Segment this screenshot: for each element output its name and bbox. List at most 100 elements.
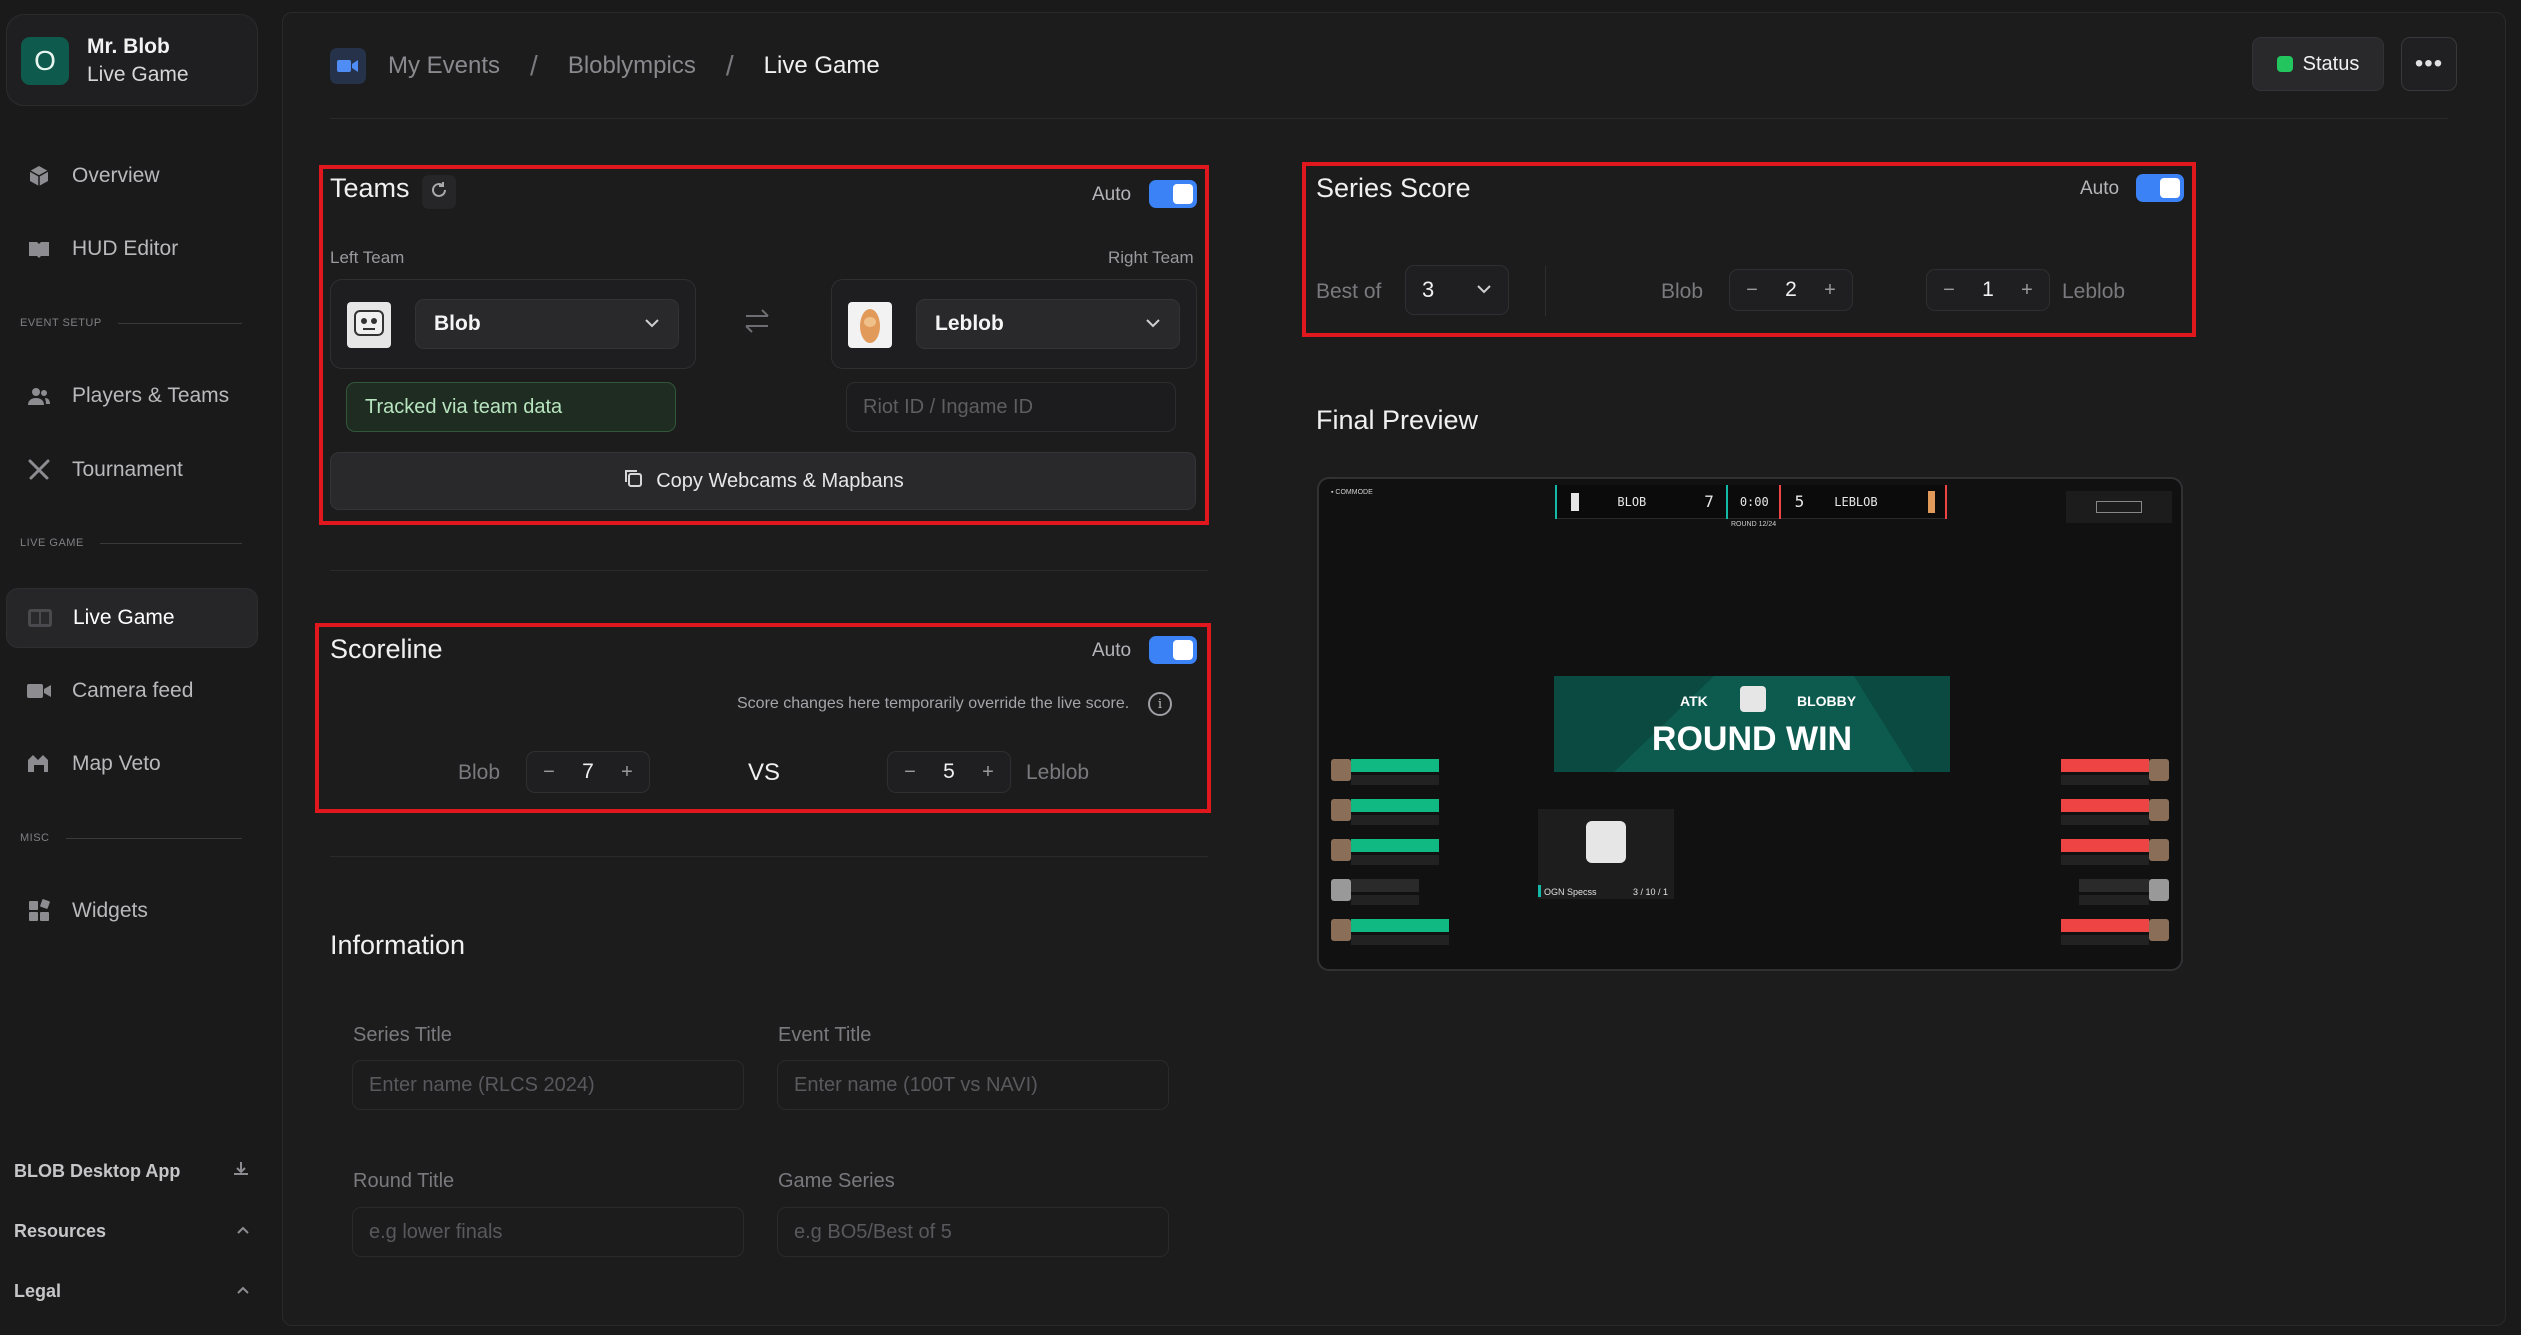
- preview-minimap: [2066, 491, 2172, 523]
- sidebar-item-map-veto[interactable]: Map Veto: [6, 734, 258, 794]
- series-auto-toggle[interactable]: [2136, 174, 2184, 202]
- preview-right-team: LEBLOB: [1834, 494, 1878, 509]
- sidebar-item-widgets[interactable]: Widgets: [6, 881, 258, 941]
- final-preview-title: Final Preview: [1316, 405, 1479, 435]
- scoreline-auto-label: Auto: [1092, 640, 1132, 661]
- game-series-label: Game Series: [778, 1170, 895, 1192]
- book-icon: [26, 236, 52, 262]
- decrement-button[interactable]: −: [1939, 279, 1959, 302]
- legal-menu[interactable]: Legal: [14, 1276, 250, 1306]
- right-player-card: [2061, 839, 2169, 873]
- account-switcher[interactable]: O Mr. Blob Live Game: [6, 14, 258, 106]
- left-team-value: Blob: [434, 312, 481, 335]
- download-icon: [232, 1160, 250, 1183]
- sidebar-item-label: Widgets: [72, 899, 148, 922]
- sidebar-item-label: HUD Editor: [72, 237, 179, 260]
- left-team-dropdown[interactable]: Blob: [415, 299, 679, 349]
- preview-left-team: BLOB: [1617, 494, 1647, 509]
- breadcrumb-separator: /: [725, 50, 734, 81]
- scoreline-auto-toggle[interactable]: [1149, 636, 1197, 664]
- account-subtitle: Live Game: [87, 63, 189, 86]
- swap-teams-button[interactable]: [742, 306, 772, 341]
- sidebar-item-tournament[interactable]: Tournament: [6, 440, 258, 500]
- right-team-dropdown[interactable]: Leblob: [916, 299, 1180, 349]
- sidebar-item-label: Overview: [72, 164, 160, 187]
- scoreline-right-team: Leblob: [1026, 761, 1090, 784]
- chevron-down-icon: [1145, 315, 1161, 333]
- game-series-input[interactable]: e.g BO5/Best of 5: [777, 1207, 1169, 1257]
- preview-left-logo: [1570, 492, 1580, 511]
- toggle-knob: [2160, 178, 2180, 198]
- decrement-button[interactable]: −: [539, 761, 559, 784]
- event-title-input[interactable]: Enter name (100T vs NAVI): [777, 1060, 1169, 1110]
- account-avatar: O: [21, 37, 69, 85]
- copy-icon: [622, 467, 644, 495]
- scoreline-title: Scoreline: [330, 634, 443, 664]
- copy-label: Copy Webcams & Mapbans: [656, 469, 904, 492]
- series-right-stepper: − 1 +: [1926, 269, 2050, 311]
- sidebar-item-live-game[interactable]: Live Game: [6, 588, 258, 648]
- preview-scorebar: BLOB 7 0:00 5 LEBLOB: [1555, 484, 1948, 519]
- teams-auto-label: Auto: [1092, 184, 1132, 205]
- header-divider: [330, 118, 2448, 119]
- preview-timer: 0:00: [1739, 494, 1769, 509]
- sidebar-item-label: Players & Teams: [72, 384, 230, 407]
- left-player-card: [1331, 839, 1439, 873]
- video-camera-icon: [330, 48, 366, 84]
- sidebar-item-hud-editor[interactable]: HUD Editor: [6, 219, 258, 279]
- teams-title: Teams: [330, 173, 410, 203]
- series-left-score: 2: [1785, 278, 1797, 301]
- teams-auto-toggle[interactable]: [1149, 180, 1197, 208]
- right-team-logo: [848, 302, 892, 348]
- right-score-stepper: − 5 +: [887, 751, 1011, 793]
- decrement-button[interactable]: −: [900, 761, 920, 784]
- sidebar-item-label: Tournament: [72, 458, 183, 481]
- chevron-down-icon: [644, 315, 660, 333]
- sidebar-item-camera-feed[interactable]: Camera feed: [6, 661, 258, 721]
- left-score-stepper: − 7 +: [526, 751, 650, 793]
- right-player-card: [2061, 759, 2169, 793]
- sidebar-item-players-teams[interactable]: Players & Teams: [6, 366, 258, 426]
- right-score-value: 5: [943, 760, 955, 783]
- series-left-stepper: − 2 +: [1729, 269, 1853, 311]
- swords-icon: [26, 457, 52, 483]
- increment-button[interactable]: +: [617, 761, 637, 784]
- player-camera: OGN Specss 3 / 10 / 1: [1538, 809, 1674, 899]
- scoreline-left-team: Blob: [458, 761, 501, 784]
- best-of-select[interactable]: 3: [1405, 265, 1509, 315]
- copy-webcams-mapbans-button[interactable]: Copy Webcams & Mapbans: [330, 452, 1196, 510]
- status-button[interactable]: Status: [2252, 37, 2384, 91]
- decrement-button[interactable]: −: [1742, 279, 1762, 302]
- right-player-card: [2061, 919, 2169, 953]
- sidebar-item-label: Live Game: [73, 606, 175, 629]
- breadcrumb-my-events[interactable]: My Events: [388, 52, 500, 80]
- resources-menu[interactable]: Resources: [14, 1216, 250, 1246]
- series-left-team: Blob: [1661, 280, 1704, 303]
- sidebar-item-overview[interactable]: Overview: [6, 146, 258, 206]
- round-title-input[interactable]: e.g lower finals: [352, 1207, 744, 1257]
- status-label: Status: [2302, 52, 2360, 75]
- series-title-input[interactable]: Enter name (RLCS 2024): [352, 1060, 744, 1110]
- refresh-teams-button[interactable]: [422, 175, 456, 209]
- section-label: LIVE GAME: [20, 537, 84, 549]
- breadcrumb-separator: /: [530, 50, 538, 81]
- section-label: MISC: [20, 832, 50, 844]
- round-win-team: BLOBBY: [1797, 693, 1857, 709]
- increment-button[interactable]: +: [1820, 279, 1840, 302]
- desktop-app-link[interactable]: BLOB Desktop App: [14, 1156, 250, 1186]
- breadcrumb: My Events / Bloblympics / Live Game: [330, 46, 880, 86]
- breadcrumb-event[interactable]: Bloblympics: [568, 52, 696, 80]
- series-divider: [1545, 266, 1546, 316]
- info-icon[interactable]: i: [1148, 692, 1172, 716]
- right-team-label: Right Team: [1108, 248, 1194, 267]
- increment-button[interactable]: +: [978, 761, 998, 784]
- left-team-label: Left Team: [330, 248, 405, 267]
- more-options-button[interactable]: •••: [2401, 37, 2457, 91]
- users-icon: [26, 383, 52, 409]
- riot-id-input[interactable]: Riot ID / Ingame ID: [846, 382, 1176, 432]
- round-title-label: Round Title: [353, 1170, 455, 1192]
- preview-round-label: ROUND 12/24: [1731, 521, 1777, 528]
- chevron-down-icon: [1476, 281, 1492, 299]
- increment-button[interactable]: +: [2017, 279, 2037, 302]
- section-divider: [330, 856, 1208, 857]
